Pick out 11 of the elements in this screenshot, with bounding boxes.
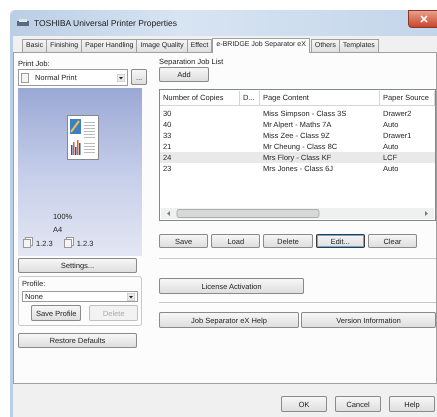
caret-icon: [127, 292, 135, 300]
page-icon: [21, 72, 29, 82]
caret-icon: [117, 74, 125, 82]
window-title: TOSHIBA Universal Printer Properties: [34, 18, 177, 28]
horizontal-scrollbar[interactable]: [161, 208, 434, 219]
close-button[interactable]: [408, 10, 437, 28]
printer-icon: [16, 19, 30, 27]
page-stack-icon: [22, 237, 34, 249]
close-icon: [420, 15, 428, 23]
page-stack-icon: [62, 237, 75, 249]
document-preview-drawing: [67, 115, 99, 160]
